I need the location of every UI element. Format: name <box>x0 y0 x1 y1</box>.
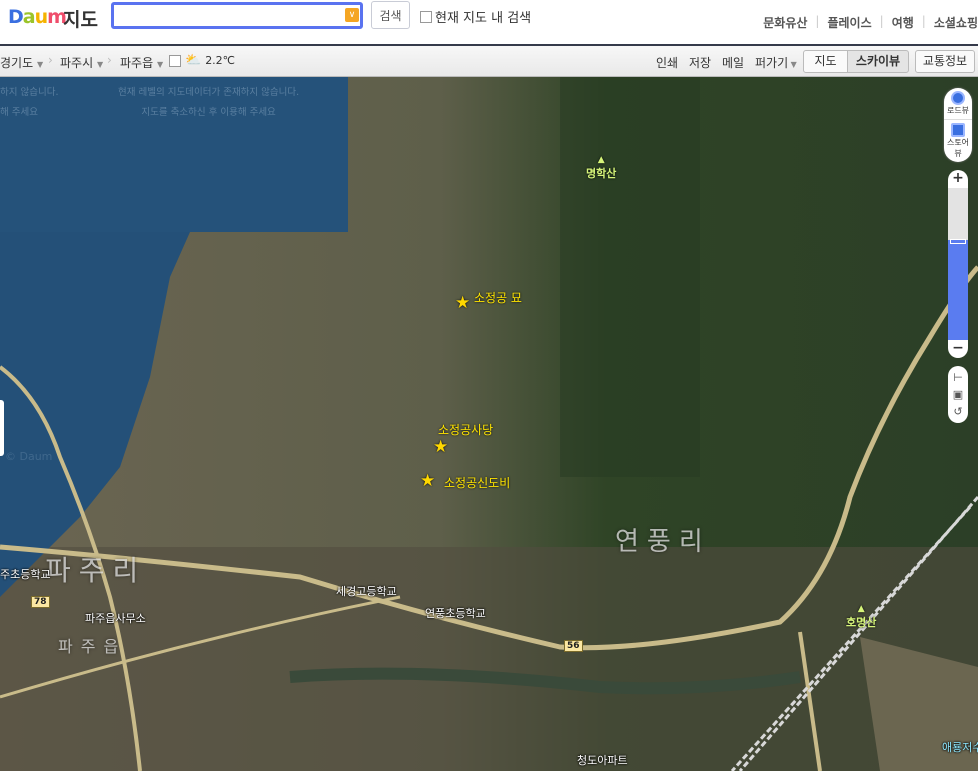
storeview-button[interactable]: 스토어뷰 <box>944 120 972 162</box>
zoom-control: + − <box>948 170 968 358</box>
chevron-down-icon[interactable]: ∨ <box>345 8 359 22</box>
school-label[interactable]: 주초등학교 <box>0 566 51 582</box>
star-marker-icon[interactable]: ★ <box>433 437 448 457</box>
in-map-search-label: 현재 지도 내 검색 <box>435 11 532 26</box>
storeview-icon <box>951 123 965 137</box>
mountain-label: ▲ 명학산 <box>586 155 617 180</box>
mail-link[interactable]: 메일 <box>722 54 744 71</box>
area-label: 파주리 <box>45 554 147 587</box>
nav-travel[interactable]: 여행 <box>892 14 914 31</box>
nav-culture[interactable]: 문화유산 <box>763 14 807 31</box>
print-link[interactable]: 인쇄 <box>656 54 678 71</box>
temperature: 2.2℃ <box>205 54 236 67</box>
reset-icon[interactable]: ↺ <box>948 403 968 420</box>
chevron-right-icon: › <box>107 53 112 67</box>
breadcrumb-town[interactable]: 파주읍 ▼ <box>120 54 163 71</box>
traffic-button[interactable]: 교통정보 <box>915 50 975 73</box>
zoom-in-button[interactable]: + <box>948 170 968 188</box>
mountain-icon: ▲ <box>857 604 865 614</box>
route-shield: 56 <box>564 640 583 652</box>
roadview-icon <box>951 91 965 105</box>
roadview-button[interactable]: 로드뷰 <box>944 88 972 120</box>
map-controls: 로드뷰 스토어뷰 + − ⊢ ▣ ↺ <box>944 88 972 423</box>
checkbox-icon[interactable] <box>420 10 432 23</box>
poi-label[interactable]: 소정공 묘 <box>474 289 522 306</box>
search-box: ∨ <box>111 2 363 29</box>
area-label: 파주읍 <box>58 637 127 656</box>
apartment-label[interactable]: 청도아파트 <box>577 752 628 768</box>
daum-logo[interactable]: Daum <box>8 6 67 28</box>
no-data-message: 하지 않습니다. 해 주세요 <box>0 87 59 118</box>
poi-label[interactable]: 소정공신도비 <box>444 474 510 491</box>
breadcrumb-city[interactable]: 파주시 ▼ <box>60 54 103 71</box>
area-icon[interactable]: ▣ <box>948 386 968 403</box>
header: Daum 지도 ∨ 검색 현재 지도 내 검색 문화유산 | 플레이스 | 여행 | … <box>0 0 978 44</box>
map-type-map[interactable]: 지도 <box>803 50 848 73</box>
weather-checkbox[interactable] <box>169 54 181 67</box>
zoom-level-fill <box>948 239 968 340</box>
view-panel: 로드뷰 스토어뷰 <box>944 88 972 162</box>
star-marker-icon[interactable]: ★ <box>420 471 435 491</box>
service-nav: 문화유산 | 플레이스 | 여행 | 소셜쇼핑 <box>763 14 978 31</box>
ruler-icon[interactable]: ⊢ <box>948 369 968 386</box>
nav-place[interactable]: 플레이스 <box>827 14 871 31</box>
zoom-handle[interactable] <box>950 239 966 245</box>
star-marker-icon[interactable]: ★ <box>455 293 470 313</box>
school-label[interactable]: 세경고등학교 <box>336 583 397 599</box>
watermark: © Daum <box>5 450 53 463</box>
area-label: 연풍리 <box>615 527 711 557</box>
toolbar: 경기도 ▼ › 파주시 ▼ › 파주읍 ▼ ⛅ 2.2℃ 인쇄 저장 메일 퍼가… <box>0 46 978 77</box>
search-input[interactable] <box>114 5 334 26</box>
mountain-icon: ▲ <box>597 155 605 165</box>
save-link[interactable]: 저장 <box>689 54 711 71</box>
map-tools: ⊢ ▣ ↺ <box>948 366 968 423</box>
school-label[interactable]: 연풍초등학교 <box>425 605 486 621</box>
zoom-out-button[interactable]: − <box>948 340 968 358</box>
chevron-right-icon: › <box>48 53 53 67</box>
breadcrumb-province[interactable]: 경기도 ▼ <box>0 54 43 71</box>
search-button[interactable]: 검색 <box>371 1 410 29</box>
side-panel-toggle[interactable] <box>0 400 4 456</box>
in-map-search-checkbox[interactable]: 현재 지도 내 검색 <box>420 7 531 26</box>
map-type-skyview[interactable]: 스카이뷰 <box>847 50 909 73</box>
nav-social-shopping[interactable]: 소셜쇼핑 <box>934 14 978 31</box>
app-title: 지도 <box>63 9 98 31</box>
zoom-slider[interactable] <box>948 188 968 340</box>
mountain-label: ▲ 호명산 <box>846 604 877 629</box>
poi-label[interactable]: 소정공사당 <box>438 421 493 438</box>
share-link[interactable]: 퍼가기 ▼ <box>755 54 797 71</box>
map-canvas[interactable]: 현재 레벨의 지도데이터가 존재하지 않습니다. 지도를 축소하신 후 이용해 주… <box>0 77 978 771</box>
route-shield: 78 <box>31 596 50 608</box>
weather: ⛅ 2.2℃ <box>169 53 235 68</box>
reservoir-label[interactable]: 애룡저수 <box>942 739 978 755</box>
no-data-message: 현재 레벨의 지도데이터가 존재하지 않습니다. 지도를 축소하신 후 이용해 주… <box>118 87 300 118</box>
office-label[interactable]: 파주읍사무소 <box>85 610 146 626</box>
partly-cloudy-icon: ⛅ <box>185 53 202 68</box>
